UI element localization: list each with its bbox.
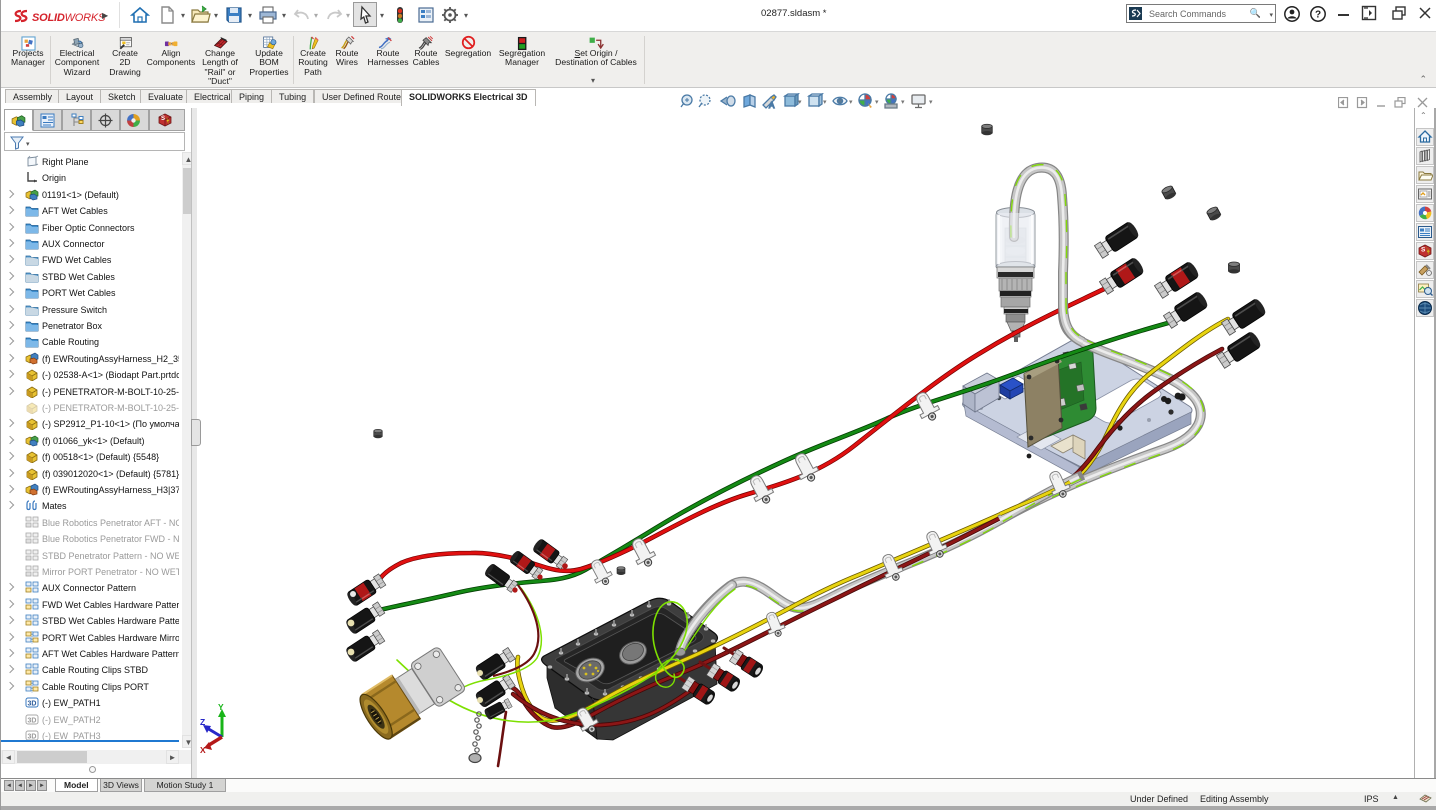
svg-text:X: X bbox=[200, 745, 206, 755]
svg-text:Z: Z bbox=[200, 717, 205, 727]
svg-text:Y: Y bbox=[218, 702, 224, 712]
svg-text:S: S bbox=[1421, 247, 1426, 254]
svg-text:A: A bbox=[769, 101, 775, 110]
svg-text:▾: ▾ bbox=[798, 99, 802, 106]
svg-text:▾: ▾ bbox=[823, 99, 827, 106]
svg-text:▾: ▾ bbox=[929, 99, 933, 106]
svg-text:▾: ▾ bbox=[849, 99, 853, 106]
svg-text:S: S bbox=[161, 116, 165, 122]
svg-text:▾: ▾ bbox=[875, 99, 879, 106]
svg-text:?: ? bbox=[1315, 10, 1321, 21]
svg-text:▾: ▾ bbox=[901, 99, 905, 106]
